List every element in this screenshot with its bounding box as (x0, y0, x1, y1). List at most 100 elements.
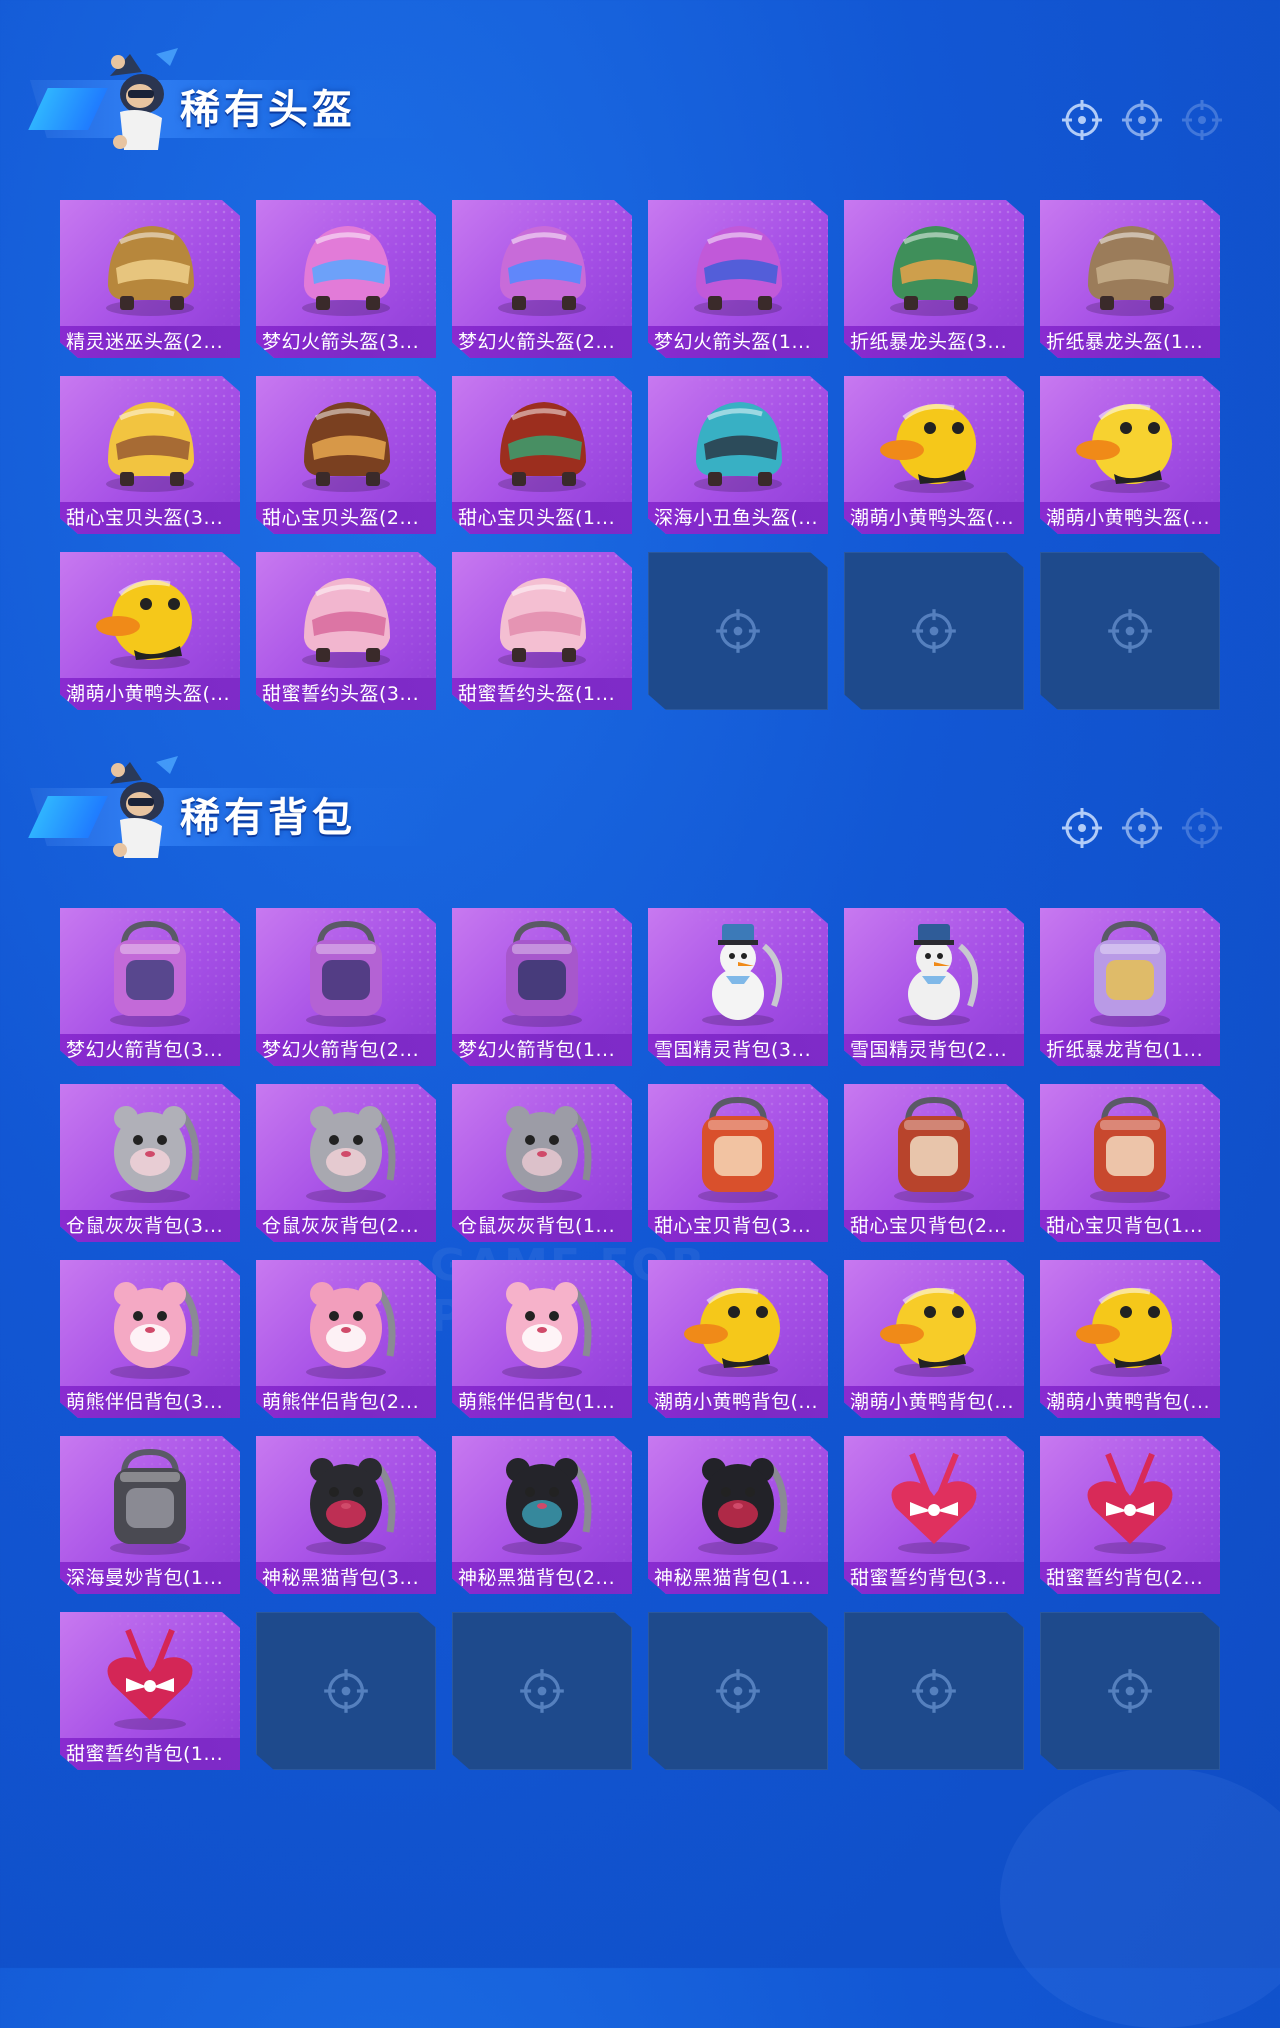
rocket-backpack-icon (110, 920, 190, 1027)
item-card[interactable]: 雪国精灵背包(2... (844, 908, 1024, 1066)
item-card[interactable]: 精灵迷巫头盔(2... (60, 200, 240, 358)
cupcake-backpack-icon (1090, 1096, 1170, 1203)
item-card[interactable]: 神秘黑猫背包(3... (256, 1436, 436, 1594)
empty-slot (256, 1612, 436, 1770)
item-label: 梦幻火箭头盔(3... (256, 326, 436, 358)
item-label: 神秘黑猫背包(3... (256, 1562, 436, 1594)
item-card[interactable]: 甜心宝贝背包(2... (844, 1084, 1024, 1242)
item-card[interactable]: 甜心宝贝背包(3... (648, 1084, 828, 1242)
item-label: 甜蜜誓约头盔(3... (256, 678, 436, 710)
cupcake-helmet-icon (302, 402, 390, 492)
item-card[interactable]: 潮萌小黄鸭头盔(... (1040, 376, 1220, 534)
item-label: 梦幻火箭头盔(2... (452, 326, 632, 358)
item-card[interactable]: 梦幻火箭头盔(3... (256, 200, 436, 358)
item-label: 深海小丑鱼头盔(... (648, 502, 828, 534)
item-card[interactable]: 甜心宝贝头盔(1... (452, 376, 632, 534)
rocket-backpack-icon (502, 920, 582, 1027)
item-card[interactable]: 梦幻火箭背包(3... (60, 908, 240, 1066)
item-card[interactable]: 潮萌小黄鸭背包(... (844, 1260, 1024, 1418)
item-card[interactable]: 深海曼妙背包(1... (60, 1436, 240, 1594)
mascot-icon (110, 756, 178, 858)
section-rare-helmets: 稀有头盔 精灵迷巫头盔(2... 梦幻火箭头盔(3... 梦幻火箭头盔(2... 梦幻… (0, 40, 1280, 730)
item-label: 甜心宝贝头盔(2... (256, 502, 436, 534)
item-label: 梦幻火箭背包(3... (60, 1034, 240, 1066)
item-label: 仓鼠灰灰背包(1... (452, 1210, 632, 1242)
item-card[interactable]: 仓鼠灰灰背包(3... (60, 1084, 240, 1242)
crosshair-icon (1106, 1667, 1154, 1715)
item-label: 梦幻火箭头盔(1... (648, 326, 828, 358)
rocket-backpack-icon (306, 920, 386, 1027)
item-card[interactable]: 仓鼠灰灰背包(1... (452, 1084, 632, 1242)
item-card[interactable]: 梦幻火箭头盔(1... (648, 200, 828, 358)
item-card[interactable]: 梦幻火箭头盔(2... (452, 200, 632, 358)
item-label: 甜蜜誓约背包(1... (60, 1738, 240, 1770)
item-card[interactable]: 甜蜜誓约背包(3... (844, 1436, 1024, 1594)
item-card[interactable]: 甜蜜誓约背包(2... (1040, 1436, 1220, 1594)
item-card[interactable]: 折纸暴龙头盔(3... (844, 200, 1024, 358)
item-label: 雪国精灵背包(2... (844, 1034, 1024, 1066)
dino-backpack-icon (1090, 920, 1170, 1027)
crosshair-icon (1120, 806, 1164, 850)
item-card[interactable]: 甜蜜誓约头盔(1... (452, 552, 632, 710)
crosshair-icon (1060, 98, 1104, 142)
item-label: 精灵迷巫头盔(2... (60, 326, 240, 358)
item-card[interactable]: 甜心宝贝头盔(2... (256, 376, 436, 534)
heart-backpack-icon (1087, 1452, 1173, 1554)
item-label: 甜心宝贝背包(3... (648, 1210, 828, 1242)
item-label: 折纸暴龙头盔(1... (1040, 326, 1220, 358)
crosshair-icon (714, 1667, 762, 1715)
item-card[interactable]: 折纸暴龙背包(1... (1040, 908, 1220, 1066)
background-parachute-decoration (1000, 1768, 1280, 2028)
item-card[interactable]: 潮萌小黄鸭头盔(... (844, 376, 1024, 534)
item-card[interactable]: 甜蜜誓约背包(1... (60, 1612, 240, 1770)
item-card[interactable]: 仓鼠灰灰背包(2... (256, 1084, 436, 1242)
snowman-backpack-icon (702, 924, 783, 1026)
item-card[interactable]: 萌熊伴侣背包(2... (256, 1260, 436, 1418)
item-card[interactable]: 深海小丑鱼头盔(... (648, 376, 828, 534)
item-label: 神秘黑猫背包(2... (452, 1562, 632, 1594)
item-card[interactable]: 雪国精灵背包(3... (648, 908, 828, 1066)
rocket-helmet-icon (498, 226, 586, 316)
item-card[interactable]: 甜蜜誓约头盔(3... (256, 552, 436, 710)
item-card[interactable]: 甜心宝贝头盔(3... (60, 376, 240, 534)
item-label: 潮萌小黄鸭头盔(... (1040, 502, 1220, 534)
item-card[interactable]: 折纸暴龙头盔(1... (1040, 200, 1220, 358)
section-title: 稀有头盔 (180, 87, 356, 133)
empty-slot (648, 1612, 828, 1770)
item-grid: 精灵迷巫头盔(2... 梦幻火箭头盔(3... 梦幻火箭头盔(2... 梦幻火箭头盔(… (60, 200, 1220, 720)
section-header: 稀有背包 (28, 748, 1270, 858)
item-label: 梦幻火箭背包(1... (452, 1034, 632, 1066)
mascot-icon (110, 48, 178, 150)
clownfish-helmet-icon (694, 402, 782, 492)
sweet-vow-helmet-icon (498, 578, 586, 668)
item-card[interactable]: 潮萌小黄鸭头盔(... (60, 552, 240, 710)
crosshair-icon (518, 1667, 566, 1715)
item-card[interactable]: 潮萌小黄鸭背包(... (1040, 1260, 1220, 1418)
empty-slot (452, 1612, 632, 1770)
item-card[interactable]: 萌熊伴侣背包(1... (452, 1260, 632, 1418)
item-card[interactable]: 梦幻火箭背包(2... (256, 908, 436, 1066)
heart-backpack-icon (891, 1452, 977, 1554)
dino-helmet-icon (890, 226, 978, 316)
crosshair-icon (322, 1667, 370, 1715)
item-card[interactable]: 萌熊伴侣背包(3... (60, 1260, 240, 1418)
item-card[interactable]: 神秘黑猫背包(2... (452, 1436, 632, 1594)
item-card[interactable]: 甜心宝贝背包(1... (1040, 1084, 1220, 1242)
empty-slot (844, 552, 1024, 710)
item-card[interactable]: 梦幻火箭背包(1... (452, 908, 632, 1066)
empty-slot (844, 1612, 1024, 1770)
item-label: 仓鼠灰灰背包(3... (60, 1210, 240, 1242)
item-card[interactable]: 潮萌小黄鸭背包(... (648, 1260, 828, 1418)
section-title: 稀有背包 (180, 795, 356, 841)
item-label: 甜心宝贝头盔(3... (60, 502, 240, 534)
duck-backpack-icon (684, 1287, 780, 1377)
duck-backpack-icon (1076, 1287, 1172, 1377)
duck-helmet-icon (96, 579, 192, 669)
section-header: 稀有头盔 (28, 40, 1270, 150)
black-cat-backpack-icon (502, 1458, 592, 1555)
item-label: 甜心宝贝背包(1... (1040, 1210, 1220, 1242)
item-label: 萌熊伴侣背包(1... (452, 1386, 632, 1418)
item-label: 潮萌小黄鸭头盔(... (60, 678, 240, 710)
item-card[interactable]: 神秘黑猫背包(1... (648, 1436, 828, 1594)
rocket-helmet-icon (302, 226, 390, 316)
